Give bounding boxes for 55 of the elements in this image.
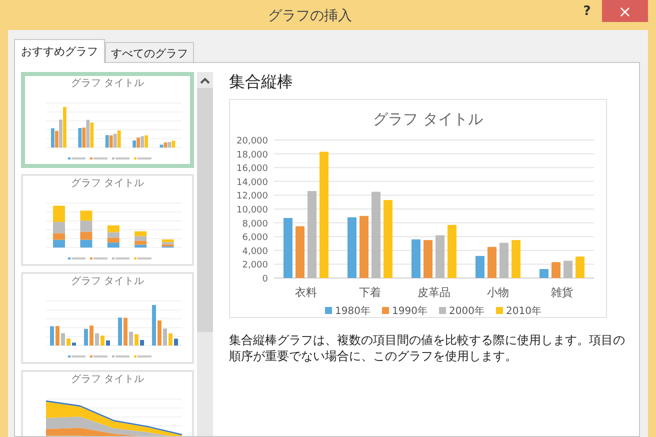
- axis-tick-label: 12,000: [236, 192, 268, 202]
- bar: [576, 256, 584, 278]
- chart-thumbnail[interactable]: グラフ タイトル: [21, 174, 194, 266]
- legend-label: 2000年: [449, 306, 484, 317]
- bar: [488, 246, 496, 278]
- bar: [348, 217, 356, 278]
- legend-label: 1980年: [335, 306, 370, 317]
- bar: [476, 256, 484, 278]
- axis-tick-label: 6,000: [242, 233, 268, 244]
- thumbnail-title: グラフ タイトル: [70, 78, 144, 90]
- chart-thumbnail[interactable]: グラフ タイトル: [21, 370, 194, 436]
- tab[interactable]: おすすめグラフ: [14, 39, 105, 63]
- axis-tick-label: 4,000: [242, 246, 268, 257]
- scrollbar-thumb[interactable]: [197, 88, 213, 332]
- chart-title: グラフ タイトル: [373, 110, 483, 128]
- close-button[interactable]: ×: [602, 0, 648, 22]
- thumbnail-title: グラフ タイトル: [70, 276, 144, 288]
- category-label: 小物: [487, 286, 509, 299]
- thumbnail-title: グラフ タイトル: [70, 178, 144, 190]
- bar: [296, 226, 304, 278]
- axis-tick-label: 2,000: [242, 260, 268, 271]
- axis-tick-label: 18,000: [236, 150, 268, 160]
- axis-tick-label: 10,000: [236, 206, 268, 216]
- category-label: 下着: [359, 286, 381, 299]
- bar: [284, 218, 292, 278]
- axis-tick-label: 16,000: [236, 164, 268, 174]
- bar: [424, 240, 432, 278]
- bar: [540, 269, 548, 278]
- help-button[interactable]: ?: [572, 0, 602, 22]
- axis-tick-label: 0: [262, 274, 268, 284]
- scroll-up-icon[interactable]: [200, 77, 210, 84]
- scrollbar[interactable]: [197, 72, 213, 436]
- axis-tick-label: 8,000: [242, 219, 268, 230]
- bar: [512, 240, 520, 278]
- bar: [564, 260, 572, 278]
- category-label: 雑貨: [551, 286, 573, 299]
- axis-tick-label: 20,000: [236, 136, 268, 146]
- legend-label: 2010年: [506, 306, 542, 317]
- legend-label: 1990年: [392, 306, 428, 317]
- bar: [360, 216, 368, 278]
- axis-tick-label: 14,000: [236, 178, 268, 188]
- category-label: 衣料: [295, 286, 317, 299]
- chart-thumbnail[interactable]: グラフ タイトル: [21, 72, 194, 168]
- tab[interactable]: すべてのグラフ: [105, 42, 194, 62]
- chart-thumbnail[interactable]: グラフ タイトル: [21, 272, 194, 364]
- bar: [448, 224, 456, 278]
- bar: [552, 262, 560, 278]
- bar: [412, 239, 420, 278]
- bar: [500, 242, 508, 278]
- category-label: 皮革品: [418, 286, 450, 299]
- window-title: グラフの挿入: [267, 7, 353, 25]
- chart-type-heading: 集合縦棒: [229, 72, 294, 93]
- thumbnail-title: グラフ タイトル: [70, 374, 144, 386]
- bar: [436, 235, 444, 278]
- description-text: 集合縦棒グラフは、複数の項目間の値を比較する際に使用します。項目の順序が重要でない場合に、このグラフを使用します。: [229, 332, 625, 364]
